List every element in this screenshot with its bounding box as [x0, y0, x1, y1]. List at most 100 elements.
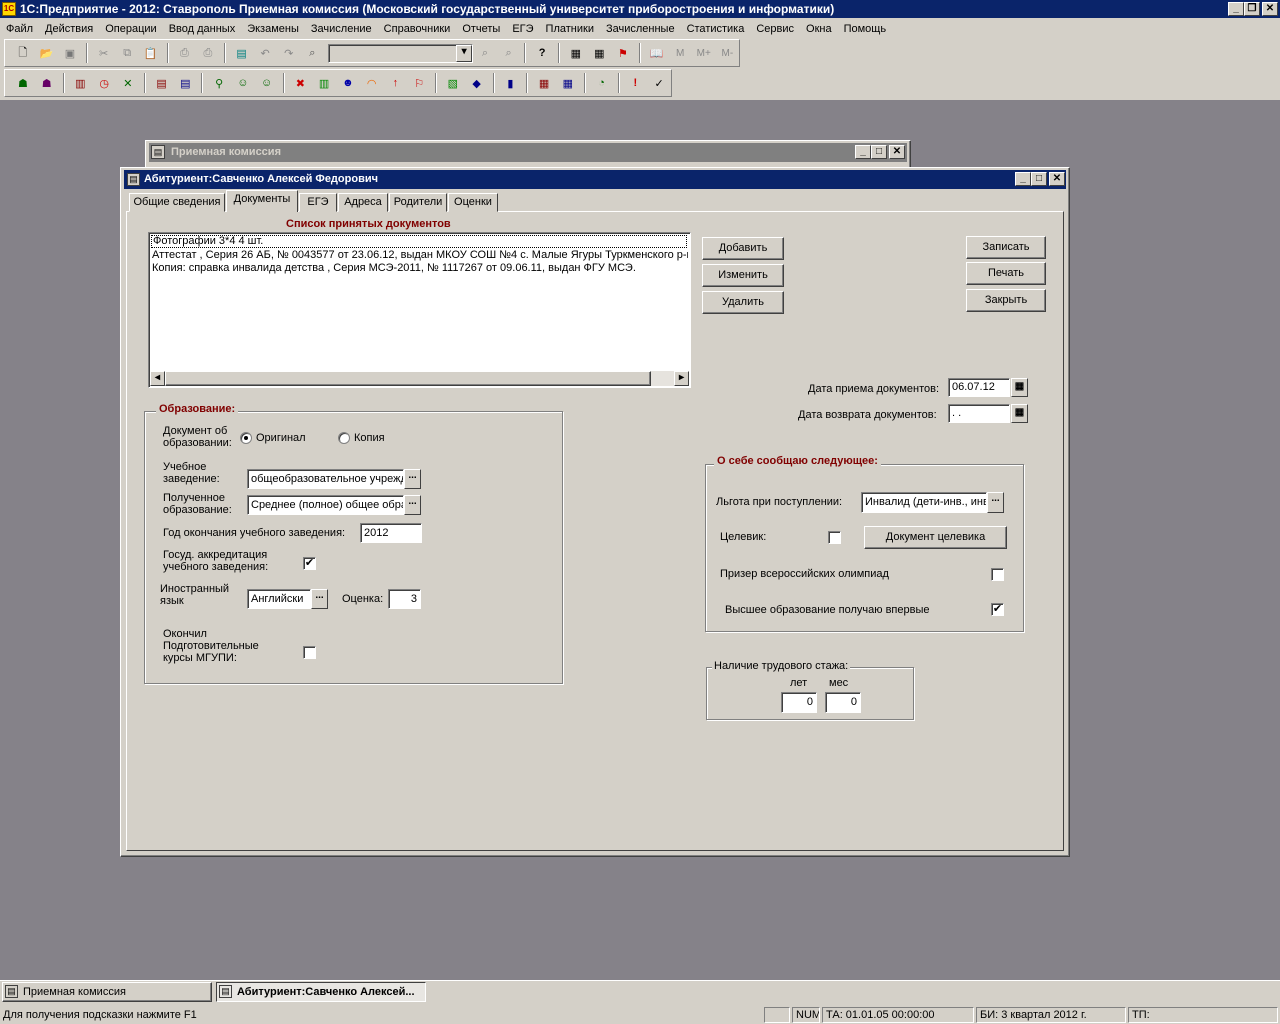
help-icon[interactable]: ?	[532, 43, 552, 63]
replace-icon[interactable]: ⌕	[475, 43, 495, 63]
menu-item-9[interactable]: Платники	[540, 23, 600, 35]
find-icon[interactable]: ⌕	[303, 43, 323, 63]
calc-icon[interactable]: ▤	[232, 43, 252, 63]
scroll-left-icon[interactable]: ◂	[150, 371, 165, 386]
new-document-icon[interactable]: 🗋	[13, 43, 33, 63]
institution-field[interactable]: общеобразовательное учрежд	[247, 469, 404, 489]
restore-icon[interactable]: ❐	[1244, 2, 1260, 16]
people-icon[interactable]: ☺	[233, 73, 253, 93]
people-list-icon[interactable]: ☺	[257, 73, 277, 93]
save-icon[interactable]: ▣	[60, 43, 80, 63]
minimize-icon[interactable]: _	[855, 145, 871, 159]
received-education-field[interactable]: Среднее (полное) общее обра	[247, 495, 404, 515]
check-icon[interactable]: ✓	[649, 73, 669, 93]
person-card-icon[interactable]: ☻	[338, 73, 358, 93]
search-people-icon[interactable]: ⚲	[209, 73, 229, 93]
gauge-icon[interactable]: ◔	[592, 73, 612, 93]
menu-item-12[interactable]: Сервис	[750, 23, 800, 35]
students-icon[interactable]: ☗	[13, 73, 33, 93]
task-admission-committee[interactable]: Приемная комиссия	[2, 982, 212, 1002]
list-item[interactable]: Фотографии 3*4 4 шт.	[151, 235, 687, 248]
save-button[interactable]: Записать	[966, 236, 1046, 259]
report-icon[interactable]: ▧	[443, 73, 463, 93]
menu-item-2[interactable]: Операции	[99, 23, 162, 35]
menu-item-8[interactable]: ЕГЭ	[506, 23, 539, 35]
menu-item-6[interactable]: Справочники	[378, 23, 457, 35]
menu-item-10[interactable]: Зачисленные	[600, 23, 681, 35]
list-item[interactable]: Аттестат , Серия 26 АБ, № 0043577 от 23.…	[152, 249, 688, 262]
rainbow-icon[interactable]: ◠	[362, 73, 382, 93]
menu-item-4[interactable]: Экзамены	[241, 23, 305, 35]
list-item[interactable]: Копия: справка инвалида детства , Серия …	[152, 262, 688, 275]
memory-sub-icon[interactable]: M-	[718, 43, 738, 63]
menu-item-11[interactable]: Статистика	[681, 23, 751, 35]
close-icon[interactable]: ✕	[1049, 172, 1065, 186]
menu-item-13[interactable]: Окна	[800, 23, 838, 35]
arrow-up-person-icon[interactable]: ↑	[386, 73, 406, 93]
minimize-icon[interactable]: _	[1228, 2, 1244, 16]
foreign-language-field[interactable]: Английски	[247, 589, 311, 609]
replace-all-icon[interactable]: ⌕	[499, 43, 519, 63]
print-preview-icon[interactable]: ⎙	[198, 43, 218, 63]
delete-person-icon[interactable]: ✖	[291, 73, 311, 93]
1c-app-icon[interactable]: 1С	[2, 2, 16, 16]
window-icon[interactable]: ▤	[127, 173, 140, 186]
maximize-icon[interactable]: □	[871, 145, 887, 159]
close-button[interactable]: Закрыть	[966, 289, 1046, 312]
window-icon[interactable]: ▤	[151, 145, 165, 159]
calendar-icon[interactable]: ▦	[590, 43, 610, 63]
tools-icon[interactable]: ✕	[118, 73, 138, 93]
search-combo[interactable]: ▾	[328, 43, 474, 63]
bookshelf-icon[interactable]: ▥	[314, 73, 334, 93]
menu-item-7[interactable]: Отчеты	[456, 23, 506, 35]
open-folder-icon[interactable]: 📂	[37, 43, 57, 63]
book-icon[interactable]: 📖	[647, 43, 667, 63]
years-field[interactable]: 0	[781, 692, 817, 713]
horizontal-scrollbar[interactable]: ◂ ▸	[150, 371, 689, 386]
maximize-icon[interactable]: □	[1031, 172, 1047, 186]
original-radio[interactable]	[240, 432, 252, 444]
target-checkbox[interactable]	[828, 531, 841, 544]
print-icon[interactable]: ⎙	[175, 43, 195, 63]
grad-year-field[interactable]: 2012	[360, 523, 422, 543]
calendar-icon[interactable]: ▦	[1011, 404, 1028, 423]
dialog-title-bar[interactable]: Абитуриент:Савченко Алексей Федорович	[124, 170, 1066, 189]
alert-icon[interactable]: !	[626, 73, 646, 93]
tab-parents[interactable]: Родители	[389, 193, 447, 212]
task-applicant[interactable]: Абитуриент:Савченко Алексей...	[216, 982, 426, 1002]
target-document-button[interactable]: Документ целевика	[864, 526, 1007, 549]
redo-icon[interactable]: ↷	[279, 43, 299, 63]
menu-item-1[interactable]: Действия	[39, 23, 99, 35]
table-icon[interactable]: ▦	[534, 73, 554, 93]
journal-icon[interactable]: ▤	[176, 73, 196, 93]
documents-list[interactable]: Фотографии 3*4 4 шт. Аттестат , Серия 26…	[148, 232, 691, 388]
tab-addresses[interactable]: Адреса	[338, 193, 388, 212]
close-icon[interactable]: ✕	[1262, 2, 1278, 16]
copy-icon[interactable]: ⧉	[117, 43, 137, 63]
edit-button[interactable]: Изменить	[702, 264, 784, 287]
minimize-icon[interactable]: _	[1015, 172, 1031, 186]
close-icon[interactable]: ✕	[889, 145, 905, 159]
paste-icon[interactable]: 📋	[141, 43, 161, 63]
chevron-down-icon[interactable]: ▾	[456, 44, 473, 62]
memory-icon[interactable]: M	[670, 43, 690, 63]
menu-item-0[interactable]: Файл	[0, 23, 39, 35]
calculator-icon[interactable]: ▦	[566, 43, 586, 63]
accept-date-field[interactable]: 06.07.12	[948, 378, 1010, 397]
print-button[interactable]: Печать	[966, 262, 1046, 285]
benefit-select-button[interactable]: ...	[987, 492, 1004, 513]
benefit-field[interactable]: Инвалид (дети-инв., инв	[861, 492, 987, 513]
institution-select-button[interactable]: ...	[404, 469, 421, 489]
persons-table-icon[interactable]: ▦	[558, 73, 578, 93]
chart-icon[interactable]: ▮	[501, 73, 521, 93]
tab-grades[interactable]: Оценки	[448, 193, 498, 212]
books-icon[interactable]: ▥	[71, 73, 91, 93]
undo-icon[interactable]: ↶	[255, 43, 275, 63]
copy-radio[interactable]	[338, 432, 350, 444]
memory-add-icon[interactable]: M+	[694, 43, 714, 63]
menu-item-3[interactable]: Ввод данных	[163, 23, 242, 35]
menu-item-14[interactable]: Помощь	[838, 23, 893, 35]
foreign-language-select-button[interactable]: ...	[311, 589, 328, 609]
clock-icon[interactable]: ◷	[94, 73, 114, 93]
tab-general[interactable]: Общие сведения	[129, 193, 225, 212]
